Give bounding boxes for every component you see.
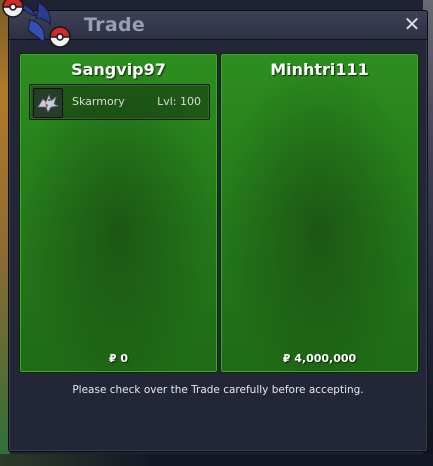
background-bottom-edge [0, 454, 433, 466]
pokeball-logo-icon [0, 0, 75, 48]
skarmory-icon [33, 88, 63, 118]
trade-item-slot[interactable]: Skarmory Lvl: 100 [29, 84, 210, 120]
right-money-offer: ₽ 4,000,000 [282, 352, 357, 365]
trade-window: Trade ✕ Sangvip97 Skarmory Lvl: 100 ₽ 0 … [8, 10, 428, 452]
window-title: Trade [84, 14, 146, 36]
left-player-name: Sangvip97 [71, 60, 166, 79]
item-level: Lvl: 100 [157, 95, 201, 108]
right-trade-panel: Minhtri111 ₽ 4,000,000 [220, 53, 419, 373]
left-money-offer: ₽ 0 [108, 352, 129, 365]
close-icon[interactable]: ✕ [401, 12, 423, 36]
left-trade-panel: Sangvip97 Skarmory Lvl: 100 ₽ 0 [19, 53, 218, 373]
trade-notice: Please check over the Trade carefully be… [72, 384, 364, 396]
item-name: Skarmory [72, 95, 125, 108]
right-player-name: Minhtri111 [270, 60, 369, 79]
